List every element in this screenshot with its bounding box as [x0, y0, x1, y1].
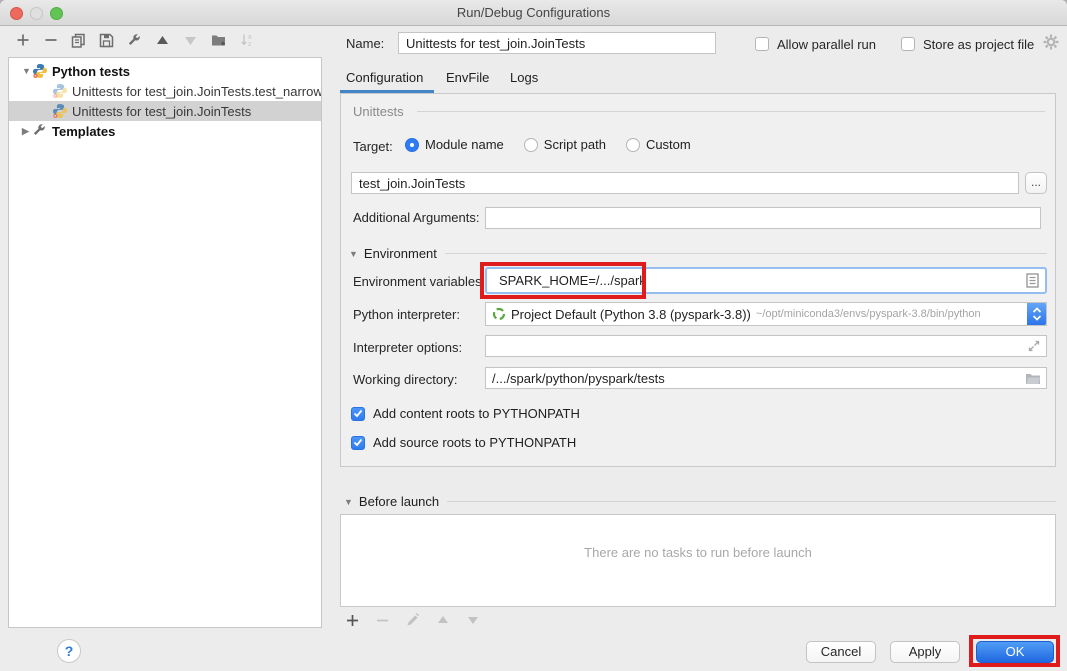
- python-interpreter-value: Project Default (Python 3.8 (pyspark-3.8…: [511, 307, 751, 322]
- environment-variables-label: Environment variables:: [353, 274, 485, 289]
- chevron-down-icon[interactable]: ▼: [349, 249, 358, 259]
- tree-item-jointests-selected[interactable]: Unittests for test_join.JoinTests: [9, 101, 321, 121]
- sort-configurations-icon: az: [238, 31, 255, 49]
- ok-button[interactable]: OK: [976, 641, 1054, 663]
- before-launch-section-header[interactable]: ▼ Before launch: [344, 494, 1056, 509]
- working-directory-input[interactable]: /.../spark/python/pyspark/tests: [485, 367, 1047, 389]
- add-task-button[interactable]: [344, 611, 361, 629]
- additional-arguments-label: Additional Arguments:: [353, 210, 479, 225]
- configurations-toolbar: az: [14, 31, 255, 49]
- remove-configuration-button[interactable]: [42, 31, 59, 49]
- cancel-button[interactable]: Cancel: [806, 641, 876, 663]
- move-down-button: [182, 31, 199, 49]
- copy-configuration-icon[interactable]: [70, 31, 87, 49]
- configuration-panel: Unittests Target: Module name Script pat…: [340, 93, 1056, 467]
- apply-button[interactable]: Apply: [890, 641, 960, 663]
- radio-module-name[interactable]: [405, 138, 419, 152]
- additional-arguments-input[interactable]: [485, 207, 1041, 229]
- section-divider: [447, 501, 1056, 502]
- store-as-project-file-checkbox[interactable]: [901, 37, 915, 51]
- python-test-icon: [52, 103, 68, 119]
- templates-wrench-icon: [32, 123, 48, 139]
- before-launch-panel: There are no tasks to run before launch: [340, 514, 1056, 607]
- name-label: Name:: [346, 36, 384, 51]
- tab-logs[interactable]: Logs: [510, 70, 538, 85]
- run-debug-configurations-dialog: Run/Debug Configurations az: [0, 0, 1067, 671]
- python-interpreter-select[interactable]: Project Default (Python 3.8 (pyspark-3.8…: [485, 302, 1047, 326]
- module-name-input[interactable]: [351, 172, 1019, 194]
- save-configuration-icon[interactable]: [98, 31, 115, 49]
- edit-templates-wrench-icon[interactable]: [126, 31, 143, 49]
- add-source-roots-checkbox[interactable]: [351, 436, 365, 450]
- allow-parallel-run-checkbox[interactable]: [755, 37, 769, 51]
- before-launch-empty-text: There are no tasks to run before launch: [341, 545, 1055, 560]
- tree-item-test-narrow[interactable]: Unittests for test_join.JoinTests.test_n…: [9, 81, 321, 101]
- tree-item-python-tests[interactable]: ▼ Python tests: [9, 61, 321, 81]
- tree-item-label: Unittests for test_join.JoinTests.test_n…: [72, 84, 321, 99]
- target-label: Target:: [353, 139, 393, 154]
- add-content-roots-label: Add content roots to PYTHONPATH: [373, 406, 580, 421]
- radio-script-path-label: Script path: [544, 137, 606, 152]
- add-configuration-button[interactable]: [14, 31, 31, 49]
- store-as-project-file-label: Store as project file: [923, 37, 1034, 52]
- svg-text:a: a: [248, 34, 252, 41]
- before-launch-section-title: Before launch: [359, 494, 439, 509]
- python-test-icon: [52, 83, 68, 99]
- python-interpreter-path: ~/opt/miniconda3/envs/pyspark-3.8/bin/py…: [756, 308, 981, 320]
- folder-browse-icon[interactable]: [1025, 372, 1046, 385]
- list-editor-icon[interactable]: [1026, 273, 1039, 288]
- radio-script-path[interactable]: [524, 138, 538, 152]
- section-divider: [445, 253, 1047, 254]
- radio-custom[interactable]: [626, 138, 640, 152]
- conda-environment-icon: [492, 307, 506, 321]
- chevron-down-icon[interactable]: ▼: [344, 497, 353, 507]
- titlebar: Run/Debug Configurations: [0, 0, 1067, 26]
- create-folder-icon[interactable]: [210, 31, 227, 49]
- tree-item-templates[interactable]: ▶ Templates: [9, 121, 321, 141]
- tree-item-label: Templates: [52, 124, 115, 139]
- tree-item-label: Python tests: [52, 64, 130, 79]
- environment-variables-value: SPARK_HOME=/.../spark: [493, 273, 646, 288]
- working-directory-label: Working directory:: [353, 372, 458, 387]
- add-content-roots-checkbox[interactable]: [351, 407, 365, 421]
- move-task-down-button: [464, 611, 481, 629]
- interpreter-options-label: Interpreter options:: [353, 340, 462, 355]
- chevron-down-icon[interactable]: ▼: [22, 66, 32, 76]
- python-tests-icon: [32, 63, 48, 79]
- move-task-up-button: [434, 611, 451, 629]
- gear-icon[interactable]: [1042, 33, 1060, 54]
- allow-parallel-run-label: Allow parallel run: [777, 37, 876, 52]
- add-source-roots-label: Add source roots to PYTHONPATH: [373, 435, 576, 450]
- radio-custom-label: Custom: [646, 137, 691, 152]
- group-divider: [417, 111, 1045, 112]
- edit-task-pencil-icon: [404, 611, 421, 629]
- radio-module-name-label: Module name: [425, 137, 504, 152]
- interpreter-options-input[interactable]: [485, 335, 1047, 357]
- window-title: Run/Debug Configurations: [0, 5, 1067, 20]
- help-button[interactable]: ?: [57, 639, 81, 663]
- unittests-group-title: Unittests: [353, 104, 404, 119]
- svg-text:z: z: [248, 41, 251, 47]
- name-input[interactable]: [398, 32, 716, 54]
- environment-section-header[interactable]: ▼ Environment: [349, 246, 1047, 261]
- move-up-button[interactable]: [154, 31, 171, 49]
- tab-configuration[interactable]: Configuration: [346, 70, 423, 85]
- environment-variables-input[interactable]: SPARK_HOME=/.../spark: [485, 267, 1047, 294]
- working-directory-value: /.../spark/python/pyspark/tests: [492, 371, 665, 386]
- dropdown-stepper-icon[interactable]: [1027, 302, 1046, 326]
- expand-field-icon[interactable]: [1027, 339, 1046, 353]
- tree-item-label: Unittests for test_join.JoinTests: [72, 104, 251, 119]
- python-interpreter-label: Python interpreter:: [353, 307, 460, 322]
- configurations-tree: ▼ Python tests Unittests for test_join.J…: [8, 57, 322, 628]
- before-launch-toolbar: [344, 611, 481, 629]
- environment-section-title: Environment: [364, 246, 437, 261]
- browse-button[interactable]: ...: [1025, 172, 1047, 194]
- tab-envfile[interactable]: EnvFile: [446, 70, 489, 85]
- chevron-right-icon[interactable]: ▶: [22, 126, 32, 137]
- remove-task-button: [374, 611, 391, 629]
